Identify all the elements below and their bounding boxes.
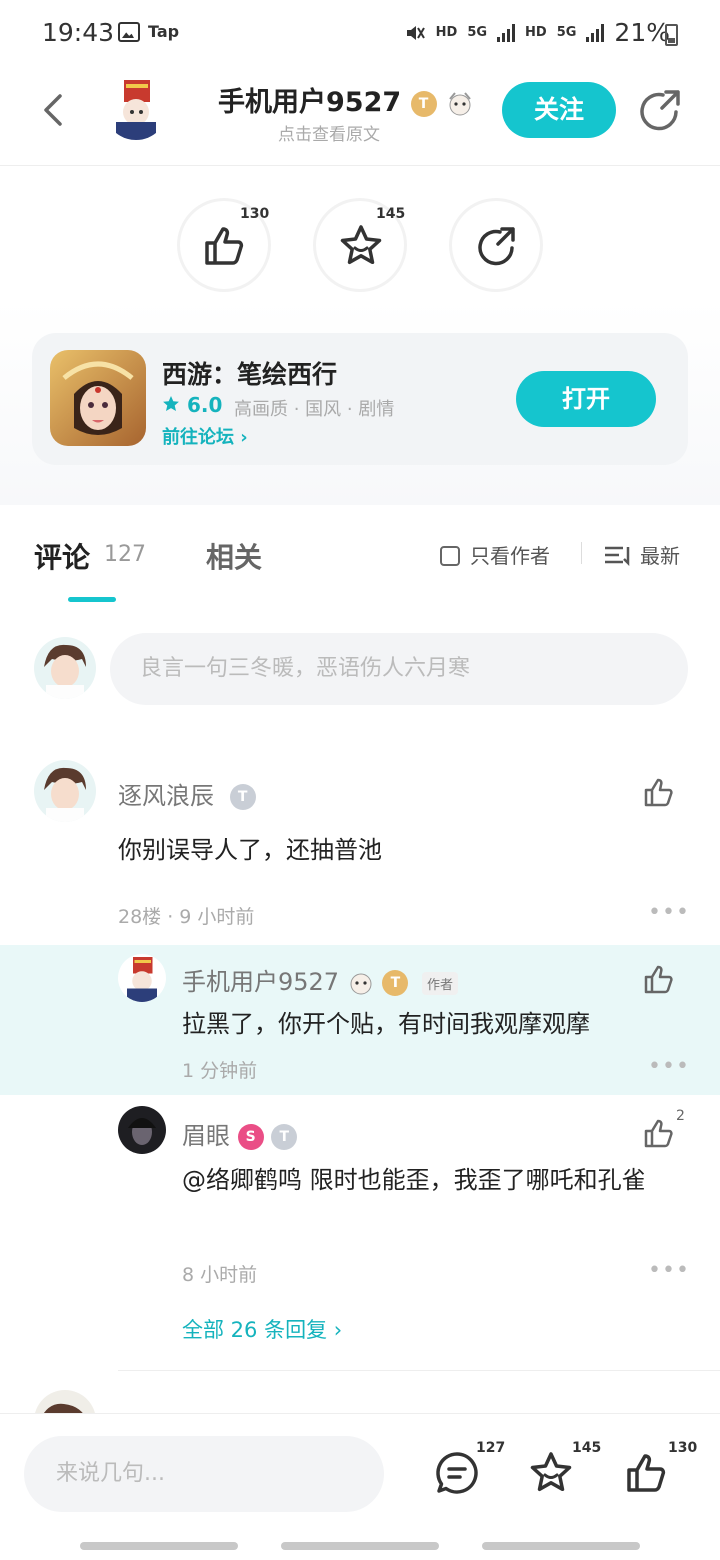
gallery-notification-icon xyxy=(118,22,140,42)
sort-button[interactable]: 最新 xyxy=(604,540,680,569)
tab-comments[interactable]: 评论 xyxy=(34,536,90,576)
comments-count: 127 xyxy=(104,542,146,567)
network-hd-1: HD xyxy=(435,25,458,40)
battery-percent: 21% xyxy=(614,18,670,47)
bottom-comment-input[interactable]: 来说几句... xyxy=(24,1436,384,1512)
character-badge-icon xyxy=(449,91,471,115)
view-all-replies-link[interactable]: 全部 26 条回复 › xyxy=(182,1314,342,1344)
star-icon xyxy=(340,225,382,265)
sort-icon xyxy=(605,546,630,567)
mute-icon xyxy=(406,25,425,40)
favorite-count: 145 xyxy=(376,206,406,222)
my-avatar xyxy=(34,637,96,699)
signal-icon-1 xyxy=(497,23,516,42)
game-rating: 6.0 xyxy=(162,393,222,417)
comment-icon[interactable] xyxy=(434,1450,480,1496)
rating-star-icon xyxy=(163,396,179,411)
reply-meta: 8 小时前 xyxy=(182,1264,258,1286)
divider xyxy=(581,542,582,564)
open-game-button[interactable]: 打开 xyxy=(516,371,656,427)
reply-author-name[interactable]: 手机用户9527 T 作者 xyxy=(182,962,459,997)
reply-meta: 1 分钟前 xyxy=(182,1060,258,1082)
level-badge-icon: T xyxy=(271,1124,298,1150)
author-name[interactable]: 手机用户9527 T xyxy=(218,80,474,119)
comment-like-icon[interactable] xyxy=(643,775,677,809)
reply-like-count: 2 xyxy=(676,1108,685,1124)
view-original-hint[interactable]: 点击查看原文 xyxy=(278,120,380,145)
level-badge-icon: T xyxy=(410,90,437,117)
reply-user-name[interactable]: 眉眼 S T xyxy=(182,1116,298,1151)
share-button[interactable] xyxy=(449,198,543,292)
network-hd-2: HD xyxy=(525,25,547,40)
bottom-favorite-count: 145 xyxy=(572,1440,602,1456)
follow-button[interactable]: 关注 xyxy=(502,82,616,138)
bottom-comment-count: 127 xyxy=(476,1440,506,1456)
level-badge-icon: T xyxy=(382,970,409,996)
commenter-avatar[interactable] xyxy=(34,760,96,822)
post-header: 手机用户9527 T 点击查看原文 关注 xyxy=(0,66,720,166)
star-icon[interactable] xyxy=(528,1450,574,1496)
author-avatar[interactable] xyxy=(104,76,168,140)
more-options-icon[interactable]: ••• xyxy=(648,1258,690,1283)
thumbs-up-icon[interactable] xyxy=(624,1450,670,1496)
tap-notification-label: Tap xyxy=(148,22,180,41)
battery-icon xyxy=(665,24,678,46)
back-arrow-icon[interactable] xyxy=(38,90,68,130)
nav-gesture-bar[interactable] xyxy=(482,1542,640,1550)
comment-text: 你别误导人了，还抽普池 xyxy=(118,836,382,864)
checkbox-icon[interactable] xyxy=(440,546,460,566)
reply-like-icon[interactable] xyxy=(643,962,677,996)
character-badge-icon xyxy=(350,973,372,995)
nav-gesture-bar[interactable] xyxy=(281,1542,439,1550)
comment-meta: 28楼 · 9 小时前 xyxy=(118,906,255,928)
game-card[interactable]: 西游：笔绘西行 6.0 高画质 · 国风 · 剧情 前往论坛 › 打开 xyxy=(32,333,688,465)
like-count: 130 xyxy=(240,206,270,222)
reply-author-avatar[interactable] xyxy=(118,954,166,1002)
status-indicators: HD 5G HD 5G 21% xyxy=(404,18,670,47)
thumbs-up-icon xyxy=(205,227,244,265)
level-badge-icon: T xyxy=(229,784,256,810)
network-gen-1: 5G xyxy=(467,25,488,40)
status-time: 19:43 xyxy=(42,18,115,47)
status-bar: 19:43 Tap HD 5G HD 5G 21% xyxy=(0,0,720,66)
reply-like-icon[interactable] xyxy=(643,1116,677,1150)
signal-icon-2 xyxy=(586,23,605,42)
nav-gesture-bar[interactable] xyxy=(80,1542,238,1550)
reply-avatar[interactable] xyxy=(118,1106,166,1154)
bottom-action-bar: 来说几句... 127 145 130 xyxy=(0,1413,720,1560)
reply-text: 拉黑了，你开个贴，有时间我观摩观摩 xyxy=(182,1010,590,1038)
more-options-icon[interactable]: ••• xyxy=(648,900,690,925)
share-icon[interactable] xyxy=(636,86,684,134)
go-to-forum-link[interactable]: 前往论坛 › xyxy=(162,423,248,449)
share-icon xyxy=(478,227,515,266)
only-author-filter[interactable]: 只看作者 xyxy=(440,540,550,569)
comment-separator xyxy=(118,1370,720,1371)
tab-related[interactable]: 相关 xyxy=(206,536,262,576)
game-name[interactable]: 西游：笔绘西行 xyxy=(162,355,337,391)
game-tags: 高画质 · 国风 · 剧情 xyxy=(234,399,395,420)
comment-input[interactable]: 良言一句三冬暖，恶语伤人六月寒 xyxy=(110,633,688,705)
network-gen-2: 5G xyxy=(556,25,577,40)
bottom-like-count: 130 xyxy=(668,1440,698,1456)
author-tag: 作者 xyxy=(422,971,459,995)
special-badge-icon: S xyxy=(237,1124,264,1150)
reply-text: @络卿鹤鸣 限时也能歪，我歪了哪吒和孔雀 xyxy=(182,1166,646,1194)
more-options-icon[interactable]: ••• xyxy=(648,1054,690,1079)
tab-active-indicator xyxy=(68,597,116,602)
commenter-name[interactable]: 逐风浪辰 T xyxy=(118,776,256,811)
game-icon[interactable] xyxy=(50,350,146,446)
